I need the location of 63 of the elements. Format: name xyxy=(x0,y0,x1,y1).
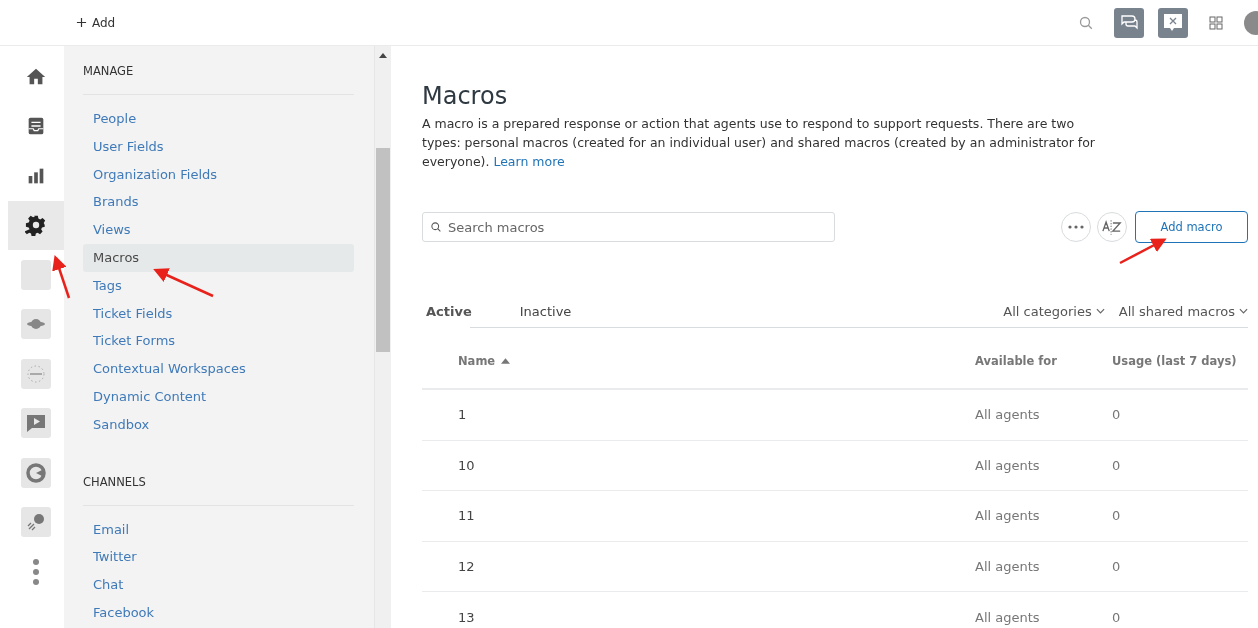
add-macro-button[interactable]: Add macro xyxy=(1135,211,1248,243)
table-cell-text: 0 xyxy=(1112,508,1122,524)
table-cell-text: 0 xyxy=(1112,407,1122,423)
chevron-down-icon xyxy=(1239,308,1248,314)
column-header: Usage (last 7 days) xyxy=(1112,354,1238,368)
scrollbar[interactable] xyxy=(374,46,391,628)
scroll-up-arrow-icon[interactable] xyxy=(379,53,387,58)
chat-icon[interactable] xyxy=(1114,7,1144,38)
section-heading: CHANNELS xyxy=(83,474,354,506)
table-cell-text: All agents xyxy=(975,407,1041,423)
more-icon xyxy=(1068,225,1084,229)
section-heading: MANAGE xyxy=(83,64,354,95)
sidebar-item[interactable]: Contextual Workspaces xyxy=(83,355,354,383)
table-cell-text: 12 xyxy=(458,559,476,575)
sidebar-item[interactable]: Facebook xyxy=(83,598,354,627)
page-title: Macros xyxy=(422,82,509,110)
annotation-arrow xyxy=(52,254,71,299)
table-cell-text: 11 xyxy=(458,508,476,524)
sidebar-item[interactable]: Macros xyxy=(83,244,354,272)
table-cell-text: All agents xyxy=(975,457,1041,473)
add-button[interactable]: Add xyxy=(72,11,120,34)
rail-gear-icon[interactable] xyxy=(8,200,64,250)
tab[interactable]: Inactive xyxy=(519,303,620,319)
tab[interactable]: Active xyxy=(426,303,520,319)
sidebar-item[interactable]: Brands xyxy=(83,188,354,217)
sidebar-item[interactable]: Dynamic Content xyxy=(83,382,354,411)
learn-more-link[interactable]: Learn more xyxy=(493,154,565,169)
table-cell-text: 0 xyxy=(1112,457,1122,473)
search-icon[interactable] xyxy=(1078,14,1094,31)
table-cell-text: 0 xyxy=(1112,559,1122,575)
apps-grid-icon[interactable] xyxy=(1208,14,1224,31)
column-header: Available for xyxy=(975,354,1058,368)
sort-az-button[interactable] xyxy=(1097,212,1127,242)
chevron-down-icon xyxy=(1095,308,1105,314)
sidebar-item[interactable]: Ticket Forms xyxy=(83,327,354,356)
table-cell-text: 0 xyxy=(1112,609,1122,625)
sidebar-item[interactable]: Sandbox xyxy=(83,410,354,439)
sidebar-item[interactable]: Twitter xyxy=(83,543,354,572)
sort-up-icon xyxy=(501,358,511,364)
sidebar-item[interactable]: Chat xyxy=(83,571,354,599)
sort-icon xyxy=(1102,218,1122,236)
sortable-column-header[interactable]: Name xyxy=(458,354,975,368)
filter-dropdown[interactable]: All categories xyxy=(1003,303,1105,319)
sidebar-item[interactable]: Tags xyxy=(83,271,354,300)
sidebar-item[interactable]: People xyxy=(83,105,354,133)
annotation-arrow xyxy=(153,268,214,298)
table-cell-text: All agents xyxy=(975,559,1041,575)
sidebar-item[interactable]: Views xyxy=(83,216,354,244)
annotation-arrow xyxy=(1119,238,1167,265)
filter-dropdown[interactable]: All shared macros xyxy=(1118,303,1248,319)
page-description: A macro is a prepared response or action that agents use to respond to support requests. There are two types: personal macros (created for an individual user) and shared macros (created by an administrator for everyone). Learn more xyxy=(422,115,1096,171)
sidebar-item[interactable]: Email xyxy=(83,515,354,544)
table-cell-text: 13 xyxy=(458,609,476,625)
table-cell-text: 1 xyxy=(458,407,468,423)
search-field[interactable]: Search macros xyxy=(422,212,835,242)
plus-icon xyxy=(76,17,87,28)
message-close-icon[interactable] xyxy=(1158,7,1188,38)
sidebar-item[interactable]: User Fields xyxy=(83,132,354,161)
table-cell-text: All agents xyxy=(975,609,1041,625)
sidebar-item[interactable]: Organization Fields xyxy=(83,160,354,189)
sidebar-item[interactable]: Ticket Fields xyxy=(83,299,354,328)
table-cell-text: All agents xyxy=(975,508,1041,524)
table-cell-text: 10 xyxy=(458,457,476,473)
